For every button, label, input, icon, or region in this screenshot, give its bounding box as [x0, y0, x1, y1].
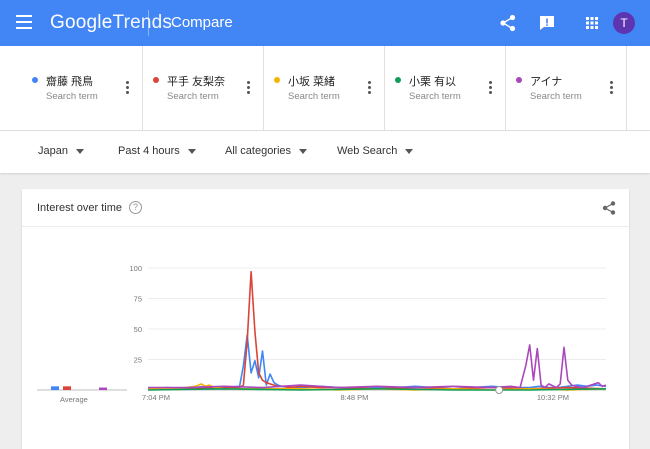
term-type: Search term: [530, 91, 582, 102]
more-vert-icon[interactable]: [610, 81, 613, 96]
average-bar: [51, 386, 59, 390]
term-card-5[interactable]: アイナ Search term: [506, 46, 627, 130]
dropdown-caret-icon: [187, 148, 196, 154]
google-trends-logo[interactable]: GoogleTrends: [50, 12, 172, 34]
page-title: Compare: [171, 14, 233, 31]
average-label: Average: [60, 395, 88, 404]
menu-icon[interactable]: [16, 15, 32, 29]
term-name: 齋藤 飛鳥: [46, 76, 94, 88]
average-bar: [63, 386, 71, 390]
hover-marker[interactable]: [495, 386, 504, 394]
avatar[interactable]: T: [613, 12, 635, 34]
region-filter[interactable]: Japan: [38, 145, 84, 157]
term-name: 小栗 有以: [409, 76, 457, 88]
category-filter[interactable]: All categories: [225, 145, 308, 157]
y-tick-label: 50: [134, 325, 142, 334]
interest-chart: 25 50 75 100 7:04 PM 8:48 PM 10:32 PM: [37, 264, 607, 402]
more-vert-icon[interactable]: [489, 81, 492, 96]
x-tick-label: 10:32 PM: [537, 393, 569, 402]
apps-icon[interactable]: [582, 13, 602, 33]
term-color-dot: [516, 77, 522, 83]
search-terms-bar: 齋藤 飛鳥 Search term 平手 友梨奈 Search term 小坂 …: [0, 46, 650, 131]
header-divider: [148, 10, 149, 36]
filter-bar: Japan Past 4 hours All categories Web Se…: [0, 131, 650, 173]
term-name: アイナ: [530, 76, 563, 88]
series-line: [148, 270, 607, 390]
y-tick-label: 75: [134, 295, 142, 304]
term-color-dot: [32, 77, 38, 83]
interest-over-time-card: Interest over time ? 25 50 75 100 7:04 PM 8:…: [22, 189, 629, 449]
series-line: [147, 334, 607, 390]
term-color-dot: [395, 77, 401, 83]
share-icon[interactable]: [498, 13, 518, 33]
x-tick-label: 8:48 PM: [340, 393, 368, 402]
term-type: Search term: [46, 91, 98, 102]
more-vert-icon[interactable]: [247, 81, 250, 96]
y-tick-label: 100: [129, 264, 142, 273]
term-card-4[interactable]: 小栗 有以 Search term: [385, 46, 506, 130]
dropdown-caret-icon: [299, 148, 308, 154]
more-vert-icon[interactable]: [368, 81, 371, 96]
term-type: Search term: [167, 91, 219, 102]
feedback-icon[interactable]: [537, 13, 557, 33]
time-filter[interactable]: Past 4 hours: [118, 145, 196, 157]
series-line: [148, 344, 607, 389]
search-type-filter[interactable]: Web Search: [337, 145, 414, 157]
dropdown-caret-icon: [405, 148, 414, 154]
term-type: Search term: [288, 91, 340, 102]
dropdown-caret-icon: [75, 148, 84, 154]
term-name: 平手 友梨奈: [167, 76, 226, 88]
y-tick-label: 25: [134, 356, 142, 365]
term-color-dot: [274, 77, 280, 83]
term-card-2[interactable]: 平手 友梨奈 Search term: [143, 46, 264, 130]
term-card-1[interactable]: 齋藤 飛鳥 Search term: [22, 46, 143, 130]
term-name: 小坂 菜緒: [288, 76, 336, 88]
term-card-3[interactable]: 小坂 菜緒 Search term: [264, 46, 385, 130]
term-color-dot: [153, 77, 159, 83]
term-type: Search term: [409, 91, 461, 102]
more-vert-icon[interactable]: [126, 81, 129, 96]
average-bar: [99, 387, 107, 390]
top-app-bar: GoogleTrends Compare T: [0, 0, 650, 46]
x-tick-label: 7:04 PM: [142, 393, 170, 402]
